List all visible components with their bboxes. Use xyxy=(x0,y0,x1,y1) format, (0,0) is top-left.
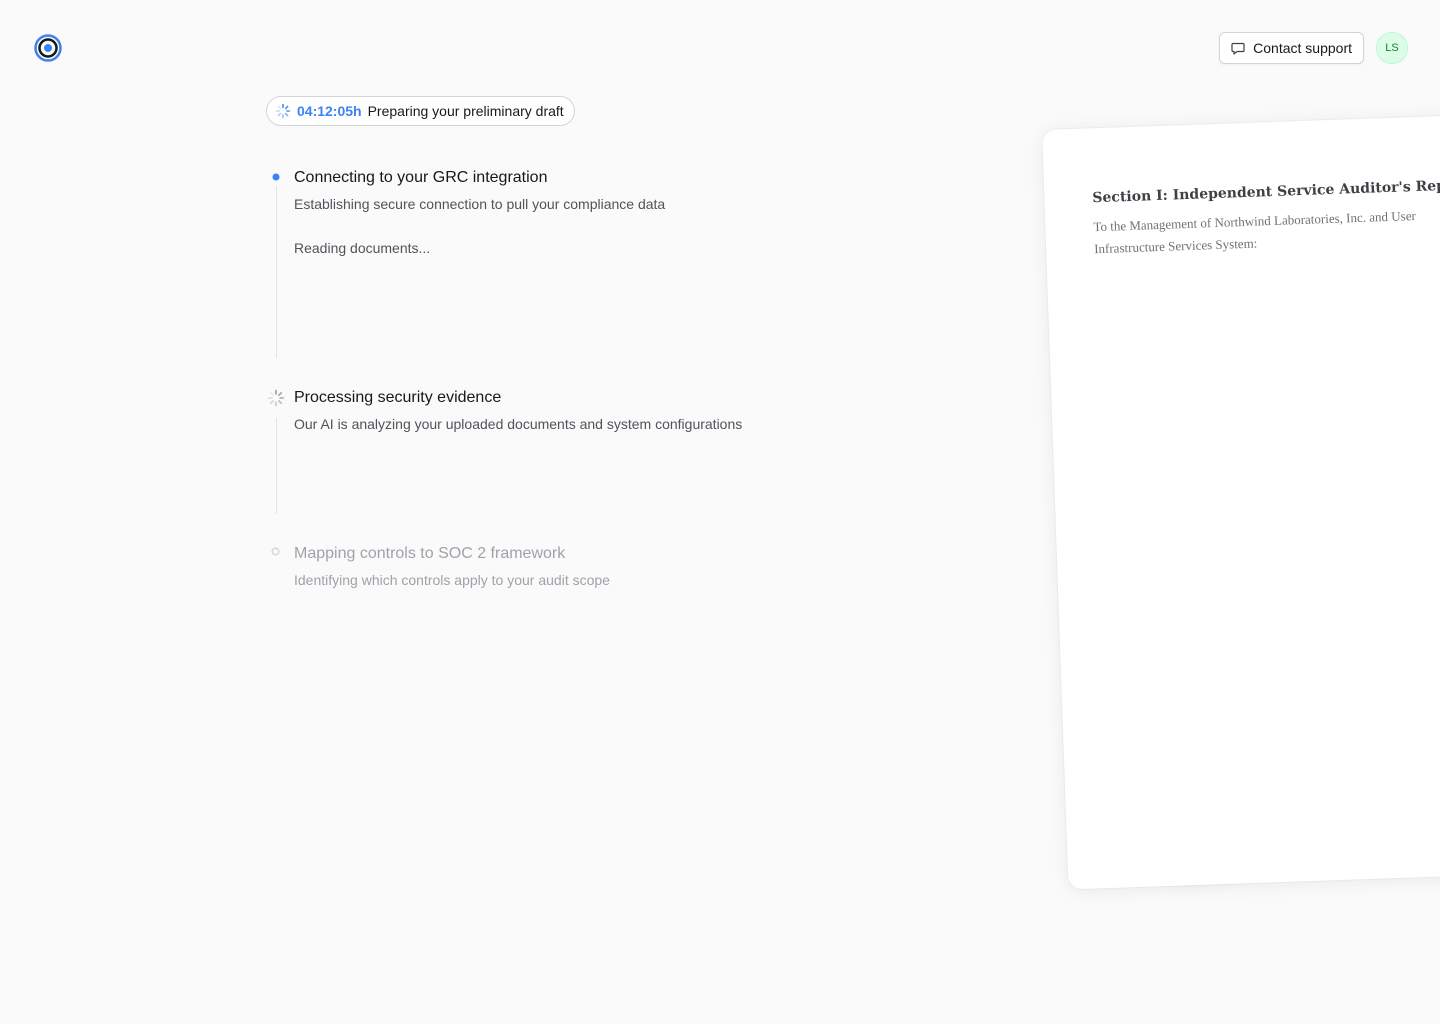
status-message: Preparing your preliminary draft xyxy=(367,103,564,119)
step-active-dot-icon xyxy=(272,168,280,186)
elapsed-timer: 04:12:05h xyxy=(297,103,362,119)
step-soc2-mapping: Mapping controls to SOC 2 framework Iden… xyxy=(294,544,610,589)
status-pill: 04:12:05h Preparing your preliminary dra… xyxy=(266,96,575,126)
step-description: Our AI is analyzing your uploaded docume… xyxy=(294,416,743,432)
timeline-connector xyxy=(276,418,277,514)
step-title: Processing security evidence xyxy=(294,389,502,406)
logo-target-icon[interactable] xyxy=(34,34,62,62)
step-title: Connecting to your GRC integration xyxy=(294,169,548,186)
message-square-icon xyxy=(1231,41,1245,55)
user-avatar[interactable]: LS xyxy=(1376,32,1408,64)
contact-support-label: Contact support xyxy=(1253,40,1352,56)
step-title: Mapping controls to SOC 2 framework xyxy=(294,545,566,562)
paper-front: Section I: Independent Service Auditor's… xyxy=(1042,114,1440,890)
timeline-connector xyxy=(276,186,277,358)
loader-icon xyxy=(275,103,291,119)
document-title: Section I: Independent Service Auditor's… xyxy=(1092,177,1440,207)
step-description: Establishing secure connection to pull y… xyxy=(294,196,666,212)
step-pending-circle-icon xyxy=(271,543,280,561)
step-detail: Reading documents... xyxy=(294,240,431,256)
step-grc-integration: Connecting to your GRC integration Estab… xyxy=(294,168,665,257)
header-actions: Contact support LS xyxy=(1219,32,1408,64)
step-description: Identifying which controls apply to your… xyxy=(294,572,610,588)
step-loader-icon xyxy=(267,389,285,412)
contact-support-button[interactable]: Contact support xyxy=(1219,32,1364,64)
step-security-evidence: Processing security evidence Our AI is a… xyxy=(294,388,742,433)
